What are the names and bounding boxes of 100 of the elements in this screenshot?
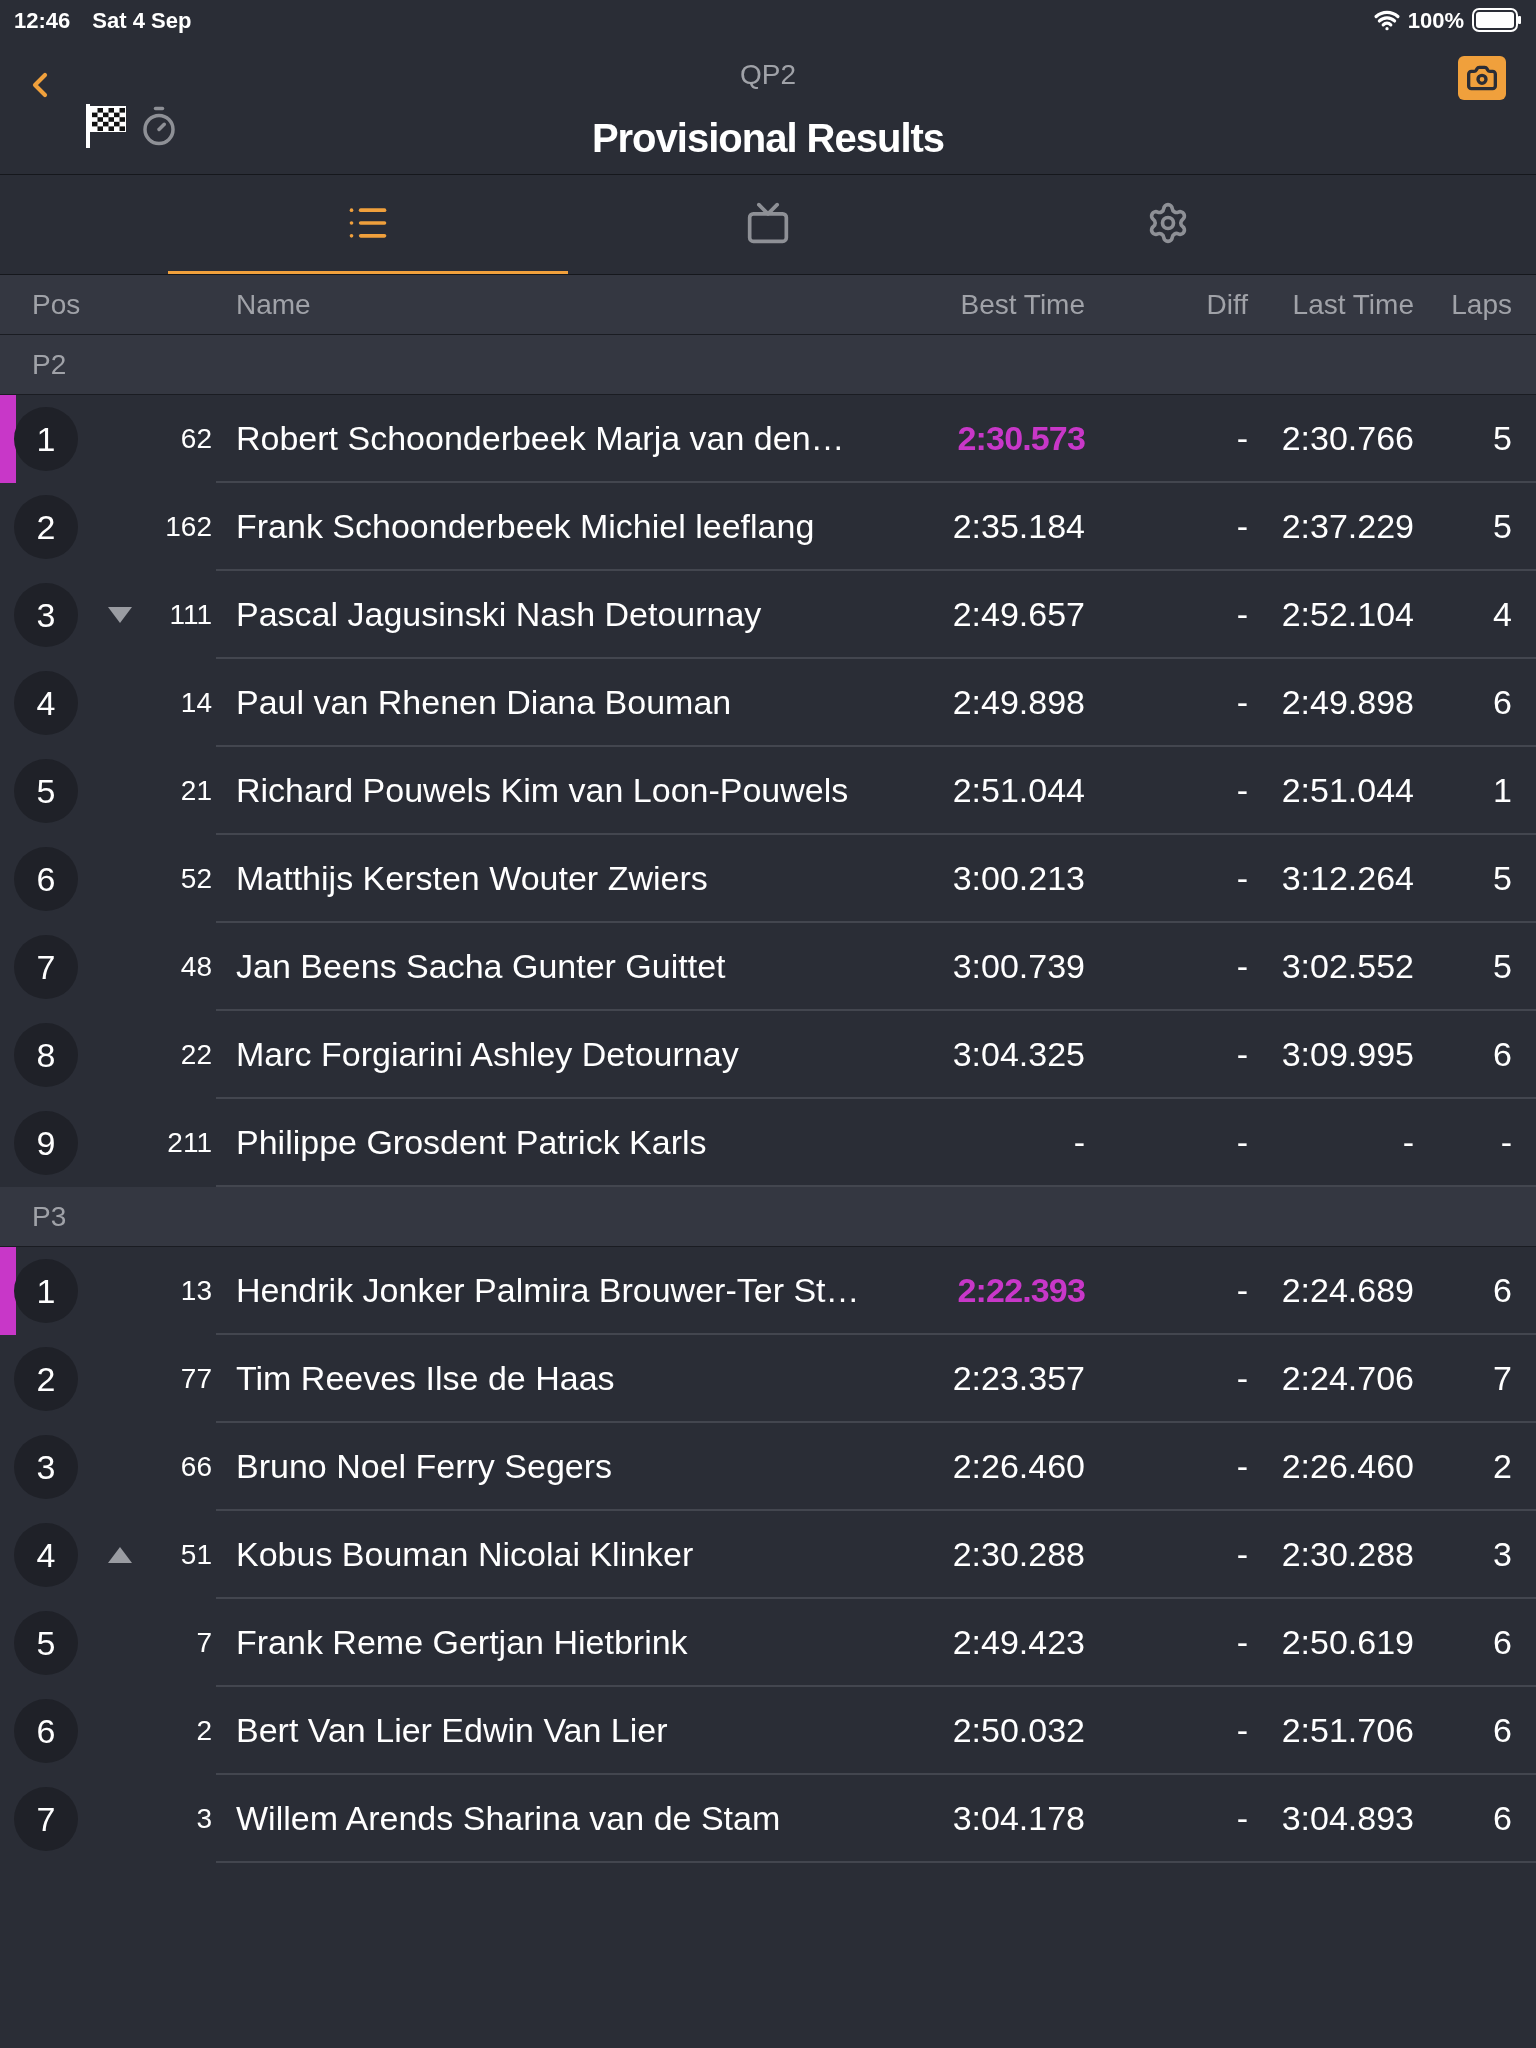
last-time: 2:24.706 (1280, 1357, 1414, 1399)
tv-icon (746, 201, 790, 245)
diff-value: - (1235, 857, 1248, 899)
car-number: 66 (180, 1450, 212, 1484)
laps-count: 1 (1492, 769, 1512, 811)
car-number: 77 (180, 1362, 212, 1396)
driver-names: Tim Reeves Ilse de Haas (236, 1357, 616, 1399)
car-number: 3 (196, 1802, 212, 1836)
car-number: 111 (169, 598, 212, 632)
diff-value: - (1235, 1445, 1248, 1487)
column-header: Last Time (1291, 287, 1414, 322)
position-badge: 4 (14, 1523, 78, 1587)
car-number: 51 (180, 1538, 212, 1572)
group-header: P3 (0, 1187, 1536, 1247)
last-time: 2:26.460 (1280, 1445, 1414, 1487)
position-badge: 3 (14, 583, 78, 647)
driver-names: Matthijs Kersten Wouter Zwiers (236, 857, 709, 899)
last-time: 2:51.706 (1280, 1709, 1414, 1751)
up-triangle-icon (108, 1547, 132, 1563)
driver-names: Bert Van Lier Edwin Van Lier (236, 1709, 669, 1751)
car-number: 22 (180, 1038, 212, 1072)
column-header: Name (236, 287, 312, 322)
last-time: 2:52.104 (1280, 593, 1414, 635)
driver-names: Richard Pouwels Kim van Loon-Pouwels (236, 769, 850, 811)
battery-percent: 100% (1407, 6, 1464, 35)
best-time: 2:35.184 (951, 505, 1085, 547)
diff-value: - (1235, 505, 1248, 547)
driver-names: Bruno Noel Ferry Segers (236, 1445, 614, 1487)
driver-names: Frank Schoonderbeek Michiel leeflang (236, 505, 816, 547)
diff-value: - (1235, 681, 1248, 723)
camera-button[interactable] (1458, 56, 1506, 100)
driver-names: Jan Beens Sacha Gunter Guittet (236, 945, 727, 987)
last-time: 2:49.898 (1280, 681, 1414, 723)
laps-count: 7 (1492, 1357, 1512, 1399)
driver-names: Philippe Grosdent Patrick Karls (236, 1121, 708, 1163)
driver-names: Willem Arends Sharina van de Stam (236, 1797, 782, 1839)
laps-count: 2 (1492, 1445, 1512, 1487)
position-badge: 4 (14, 671, 78, 735)
battery-icon (1472, 8, 1522, 32)
car-number: 14 (180, 686, 212, 720)
diff-value: - (1235, 769, 1248, 811)
car-number: 2 (196, 1714, 212, 1748)
diff-value: - (1235, 1709, 1248, 1751)
best-time: 2:49.423 (951, 1621, 1085, 1663)
last-time: 2:37.229 (1280, 505, 1414, 547)
driver-names: Pascal Jagusinski Nash Detournay (236, 593, 763, 635)
position-badge: 7 (14, 935, 78, 999)
status-time: 12:46 (14, 6, 71, 35)
driver-names: Marc Forgiarini Ashley Detournay (236, 1033, 740, 1075)
diff-value: - (1235, 1621, 1248, 1663)
diff-value: - (1235, 945, 1248, 987)
laps-count: 6 (1492, 1797, 1512, 1839)
driver-names: Paul van Rhenen Diana Bouman (236, 681, 733, 723)
car-number: 13 (180, 1274, 212, 1308)
laps-count: 5 (1492, 505, 1512, 547)
best-time: 2:50.032 (951, 1709, 1085, 1751)
column-header: Best Time (959, 287, 1085, 322)
car-number: 7 (196, 1626, 212, 1660)
status-date: Sat 4 Sep (92, 6, 192, 35)
position-badge: 5 (14, 1611, 78, 1675)
position-badge: 6 (14, 1699, 78, 1763)
car-number: 21 (180, 774, 212, 808)
position-badge: 7 (14, 1787, 78, 1851)
car-number: 211 (167, 1126, 212, 1160)
position-badge: 2 (14, 1347, 78, 1411)
position-badge: 6 (14, 847, 78, 911)
laps-count: 3 (1492, 1533, 1512, 1575)
laps-count: 6 (1492, 1621, 1512, 1663)
laps-count: 6 (1492, 1269, 1512, 1311)
laps-count: 4 (1492, 593, 1512, 635)
car-number: 52 (180, 862, 212, 896)
best-time: 2:51.044 (951, 769, 1085, 811)
laps-count: 5 (1492, 857, 1512, 899)
diff-value: - (1235, 1357, 1248, 1399)
position-badge: 1 (14, 1259, 78, 1323)
position-badge: 3 (14, 1435, 78, 1499)
position-badge: 8 (14, 1023, 78, 1087)
last-time: 2:51.044 (1280, 769, 1414, 811)
best-time: 2:30.288 (951, 1533, 1085, 1575)
position-badge: 5 (14, 759, 78, 823)
last-time: 2:50.619 (1280, 1621, 1414, 1663)
best-time: 3:04.178 (951, 1797, 1085, 1839)
best-time: 3:00.739 (951, 945, 1085, 987)
diff-value: - (1235, 1269, 1248, 1311)
diff-value: - (1235, 1033, 1248, 1075)
session-subtitle: QP2 (739, 58, 796, 92)
best-time: 2:26.460 (951, 1445, 1085, 1487)
diff-value: - (1235, 593, 1248, 635)
laps-count: 6 (1492, 1033, 1512, 1075)
laps-count: 5 (1492, 945, 1512, 987)
diff-value: - (1235, 1533, 1248, 1575)
best-time: - (1072, 1121, 1085, 1163)
best-time: 2:49.898 (951, 681, 1085, 723)
last-time: - (1401, 1121, 1414, 1163)
page-title: Provisional Results (591, 115, 945, 162)
car-number: 62 (180, 422, 212, 456)
laps-count: 5 (1492, 417, 1512, 459)
best-time: 2:30.573 (956, 417, 1085, 459)
column-header: Laps (1450, 287, 1512, 322)
best-time: 3:00.213 (951, 857, 1085, 899)
